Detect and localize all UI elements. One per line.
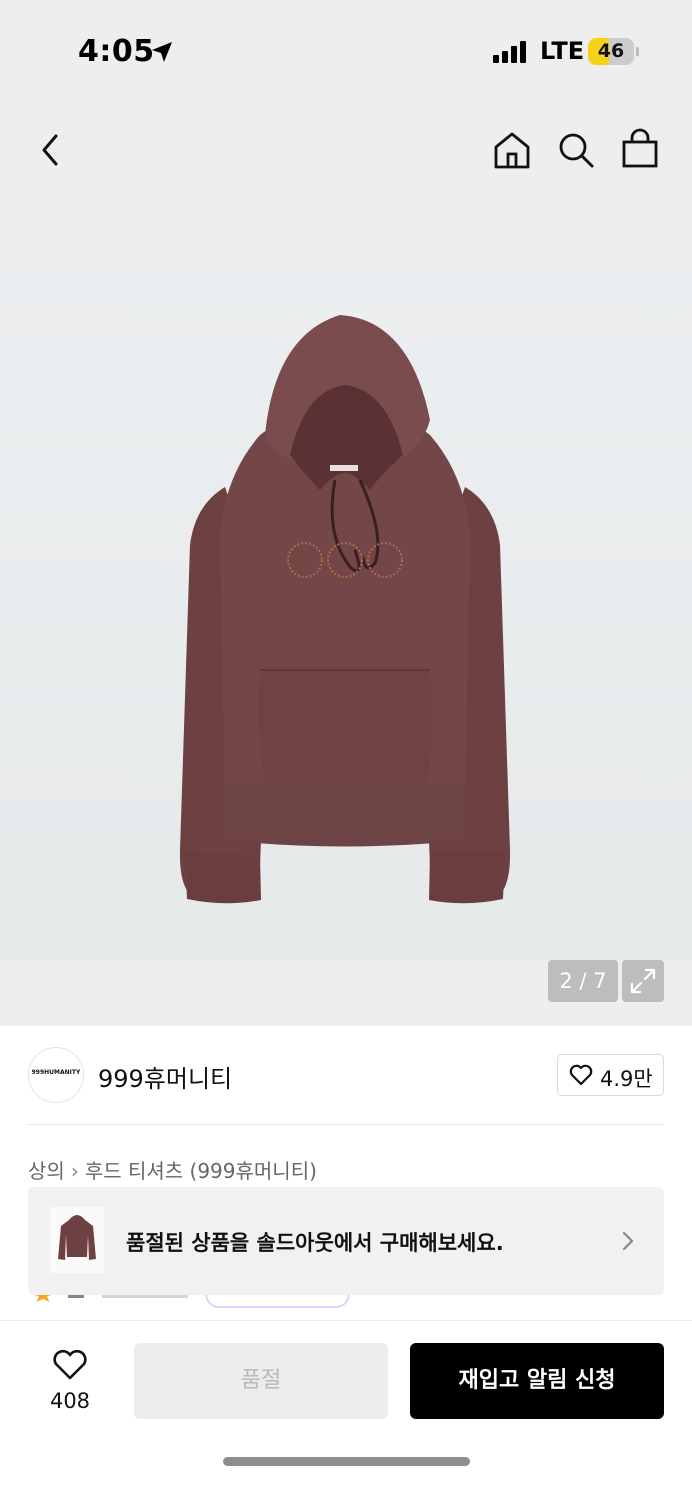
battery-percent: 46 [597,40,625,62]
brand-logo-text: 999HUMANITY [31,1069,81,1076]
wishlist-count: 408 [49,1389,91,1413]
breadcrumb: 상의 › 후드 티셔츠 (999휴머니티) [28,1155,317,1184]
network-label: LTE [540,37,585,65]
breadcrumb-subcategory[interactable]: 후드 티셔츠 (999휴머니티) [85,1159,317,1183]
brand-like-button[interactable]: 4.9만 [557,1054,664,1096]
location-arrow-icon [152,42,172,62]
home-indicator [223,1457,470,1466]
search-icon[interactable] [556,130,596,170]
banner-thumbnail [50,1207,104,1273]
home-icon[interactable] [492,130,532,170]
expand-button[interactable] [622,960,664,1002]
image-pager: 2 / 7 [548,960,618,1002]
breadcrumb-separator-icon: › [70,1159,79,1183]
battery-icon: 46 [588,38,634,65]
heart-icon [53,1349,87,1380]
brand-like-count: 4.9만 [600,1067,653,1091]
brand-row: 999HUMANITY 999휴머니티 4.9만 [0,1026,692,1126]
soldout-banner-text: 품절된 상품을 솔드아웃에서 구매해보세요. [126,1231,504,1255]
heart-icon [569,1064,593,1086]
status-bar: 4:05 LTE 46 [0,0,692,100]
divider [28,1124,664,1125]
soldout-banner[interactable]: 품절된 상품을 솔드아웃에서 구매해보세요. [28,1187,664,1295]
brand-logo[interactable]: 999HUMANITY [28,1047,84,1103]
breadcrumb-category[interactable]: 상의 [28,1159,65,1183]
expand-icon [630,968,656,994]
wishlist-button[interactable]: 408 [28,1345,112,1415]
chevron-left-icon[interactable] [34,132,66,168]
brand-name[interactable]: 999휴머니티 [98,1059,232,1094]
battery-nub [636,47,639,56]
restock-alert-button[interactable]: 재입고 알림 신청 [410,1343,664,1419]
soldout-button[interactable]: 품절 [134,1343,388,1419]
chevron-right-icon [622,1231,634,1251]
shopping-bag-icon[interactable] [620,128,660,170]
signal-icon [493,41,529,63]
status-time: 4:05 [78,34,155,69]
hoodie-image [179,315,511,904]
bottom-action-bar: 408 품절 재입고 알림 신청 [0,1320,692,1500]
